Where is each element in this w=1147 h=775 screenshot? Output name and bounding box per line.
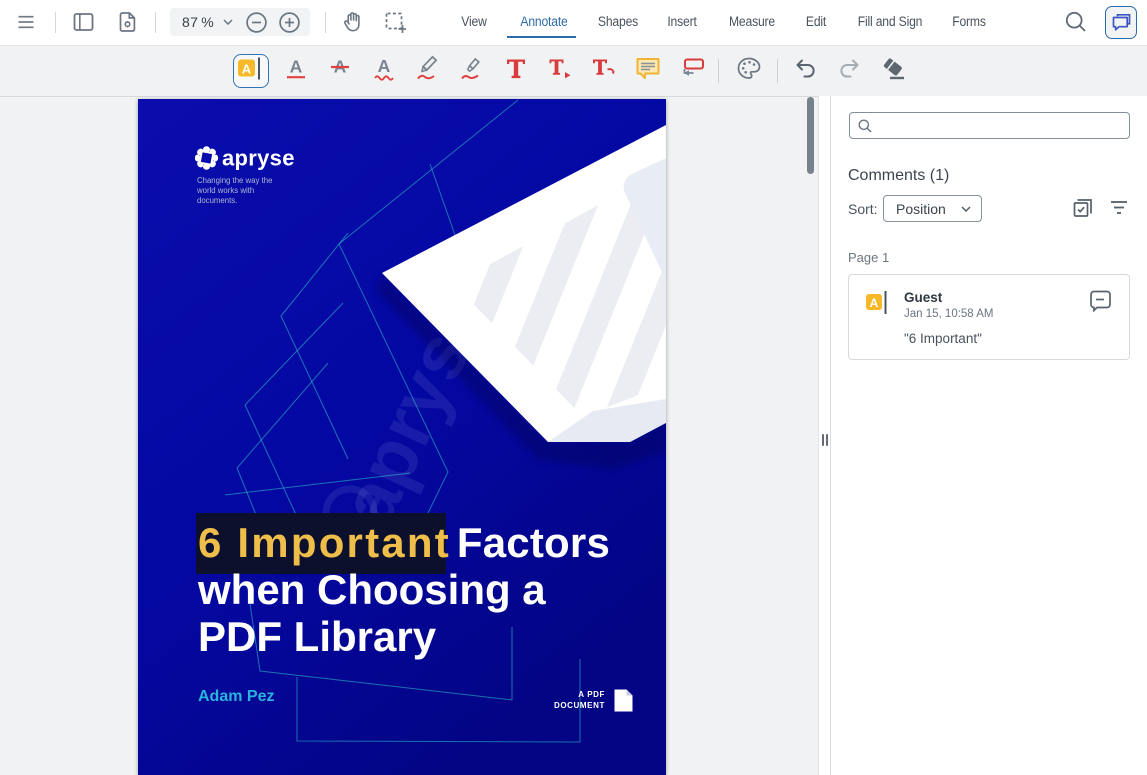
svg-text:A: A [242, 61, 252, 76]
svg-text:A: A [870, 296, 879, 310]
svg-text:A: A [378, 56, 391, 76]
svg-text:A: A [290, 57, 303, 77]
svg-text:apryse: apryse [222, 146, 295, 170]
